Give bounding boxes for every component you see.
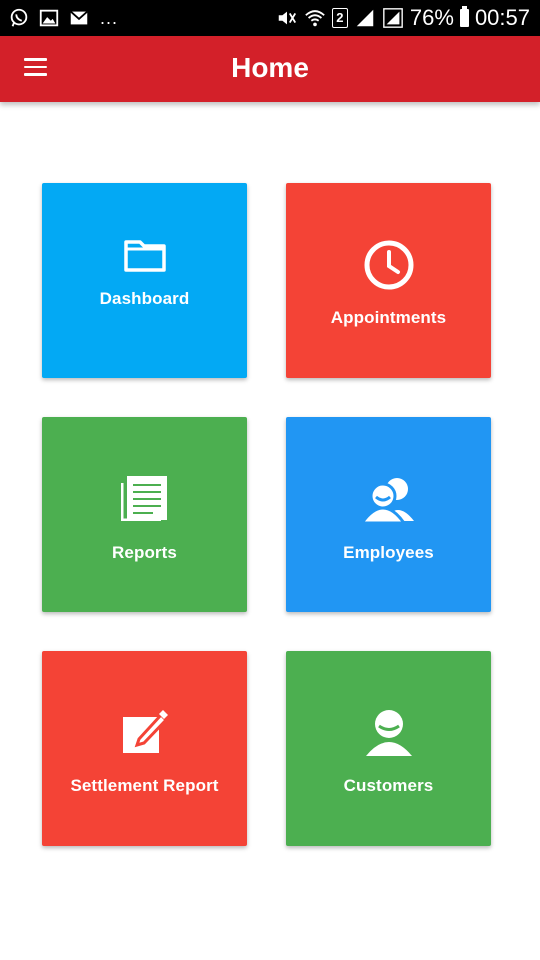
battery-percent: 76% (409, 5, 454, 30)
reports-tile[interactable]: Reports (42, 417, 247, 612)
whatsapp-icon (8, 7, 30, 29)
more-notifications: ... (100, 7, 119, 28)
clock-icon (286, 239, 491, 291)
dashboard-tile[interactable]: Dashboard (42, 183, 247, 378)
status-bar-left: ... (8, 0, 118, 36)
edit-icon (42, 709, 247, 755)
status-bar: ... 2 76% 00:57 (0, 0, 540, 36)
settlement-report-tile[interactable]: Settlement Report (42, 651, 247, 846)
tile-label: Settlement Report (70, 776, 219, 795)
tile-label: Customers (343, 776, 434, 795)
image-icon (38, 7, 60, 29)
people-icon (286, 475, 491, 523)
customers-tile[interactable]: Customers (286, 651, 491, 846)
sim-slot-badge: 2 (331, 8, 348, 28)
page-title: Home (231, 52, 309, 83)
appointments-tile[interactable]: Appointments (286, 183, 491, 378)
mute-icon (276, 7, 298, 29)
status-bar-right: 2 76% 00:57 (276, 0, 530, 36)
clock-time: 00:57 (474, 5, 530, 30)
mail-icon (68, 7, 90, 29)
person-icon (286, 709, 491, 757)
tile-label: Appointments (330, 308, 447, 327)
employees-tile[interactable]: Employees (286, 417, 491, 612)
signal-icon (354, 7, 376, 29)
signal-sim2-icon (382, 7, 404, 29)
wifi-icon (304, 7, 326, 29)
app-bar: Home (0, 36, 540, 102)
tile-label: Dashboard (99, 289, 190, 308)
tile-label: Employees (343, 543, 434, 562)
folder-icon (42, 239, 247, 273)
document-icon (42, 475, 247, 521)
battery-icon (459, 6, 469, 27)
tile-label: Reports (112, 543, 177, 562)
